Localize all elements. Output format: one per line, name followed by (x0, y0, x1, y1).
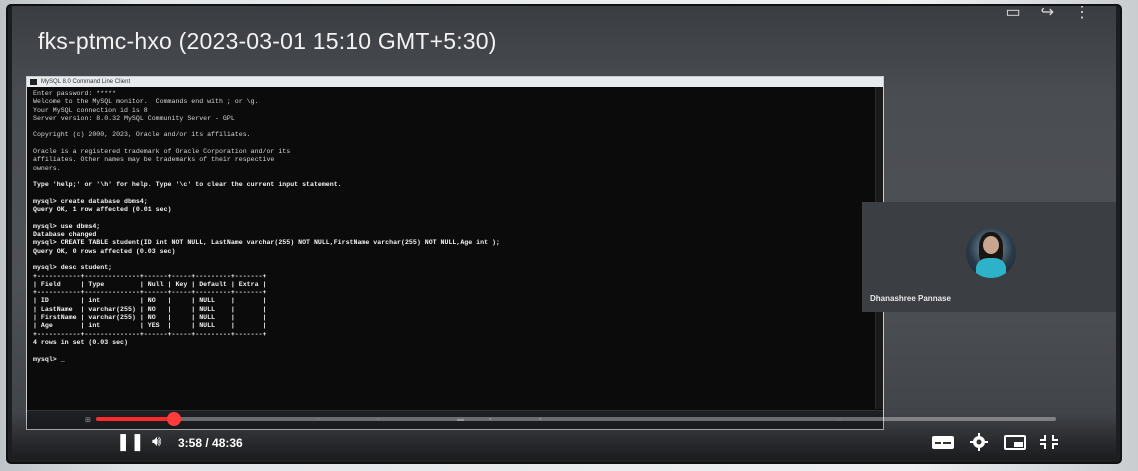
terminal-icon (30, 79, 37, 85)
terminal-title: MySQL 8.0 Command Line Client (41, 79, 131, 85)
terminal-line: Server version: 8.0.32 MySQL Community S… (33, 114, 235, 122)
participant-name: Dhanashree Pannase (870, 294, 951, 303)
terminal-line: +-----------+--------------+------+-----… (33, 289, 267, 297)
terminal-line: mysql> _ (33, 355, 65, 363)
screen-photo-frame: fks-ptmc-hxo (2023-03-01 15:10 GMT+5:30)… (0, 0, 1138, 471)
terminal-titlebar: MySQL 8.0 Command Line Client (27, 77, 883, 87)
progress-played (96, 417, 175, 421)
progress-bar[interactable] (96, 412, 1056, 426)
mysql-terminal-window[interactable]: MySQL 8.0 Command Line Client Enter pass… (26, 76, 884, 430)
terminal-line: +-----------+--------------+------+-----… (33, 272, 267, 280)
terminal-line: Oracle is a registered trademark of Orac… (33, 148, 291, 156)
terminal-line: mysql> CREATE TABLE student(ID int NOT N… (33, 239, 500, 247)
top-icons: ▭ ↪ ⋮ (1005, 6, 1090, 22)
video-player[interactable]: fks-ptmc-hxo (2023-03-01 15:10 GMT+5:30)… (12, 6, 1116, 458)
terminal-output: Enter password: ***** Welcome to the MySQ… (33, 90, 873, 364)
terminal-line: mysql> use dbms4; (33, 222, 101, 230)
progress-scrubber[interactable] (167, 412, 182, 426)
terminal-line: | Age | int | YES | | NULL | | (33, 322, 267, 330)
participant-tile: Dhanashree Pannase (862, 202, 1116, 312)
video-title: fks-ptmc-hxo (2023-03-01 15:10 GMT+5:30) (38, 28, 497, 54)
terminal-line: | LastName | varchar(255) | NO | | NULL … (33, 305, 267, 313)
terminal-line: affiliates. Other names may be trademark… (33, 156, 275, 164)
terminal-line: Copyright (c) 2000, 2023, Oracle and/or … (33, 131, 251, 139)
more-icon[interactable]: ⋮ (1074, 6, 1090, 22)
monitor: fks-ptmc-hxo (2023-03-01 15:10 GMT+5:30)… (8, 6, 1120, 462)
terminal-line: Welcome to the MySQL monitor. Commands e… (33, 98, 259, 106)
terminal-line: | Field | Type | Null | Key | Default | … (33, 280, 267, 288)
volume-icon[interactable]: 🔊︎ (152, 434, 161, 450)
avatar (966, 228, 1016, 278)
terminal-line: Database changed (33, 231, 97, 239)
player-controls: ❚❚ 🔊︎ 3:58 / 48:36 (12, 412, 1116, 458)
share-icon[interactable]: ↪ (1041, 6, 1054, 22)
exit-fullscreen-icon[interactable] (1036, 432, 1062, 452)
terminal-line: Enter password: ***** (33, 90, 117, 97)
terminal-line: +-----------+--------------+------+-----… (33, 330, 267, 338)
terminal-line: 4 rows in set (0.03 sec) (33, 338, 128, 346)
terminal-line: mysql> desc student; (33, 264, 113, 272)
gear-icon[interactable] (966, 432, 992, 452)
terminal-line: Query OK, 1 row affected (0.01 sec) (33, 206, 172, 214)
time-display: 3:58 / 48:36 (178, 436, 243, 450)
miniplayer-icon[interactable] (1002, 432, 1028, 452)
terminal-line: | ID | int | NO | | NULL | | (33, 297, 267, 305)
terminal-line: mysql> create database dbms4; (33, 197, 148, 205)
subtitles-icon[interactable] (930, 432, 956, 452)
terminal-line: Your MySQL connection id is 8 (33, 106, 148, 114)
queue-icon[interactable]: ▭ (1005, 6, 1020, 22)
terminal-line: Query OK, 0 rows affected (0.03 sec) (33, 247, 176, 255)
terminal-line: owners. (33, 164, 61, 172)
pause-icon[interactable]: ❚❚ (116, 433, 145, 450)
terminal-line: Type 'help;' or '\h' for help. Type '\c'… (33, 181, 342, 189)
terminal-line: | FirstName | varchar(255) | NO | | NULL… (33, 314, 267, 322)
